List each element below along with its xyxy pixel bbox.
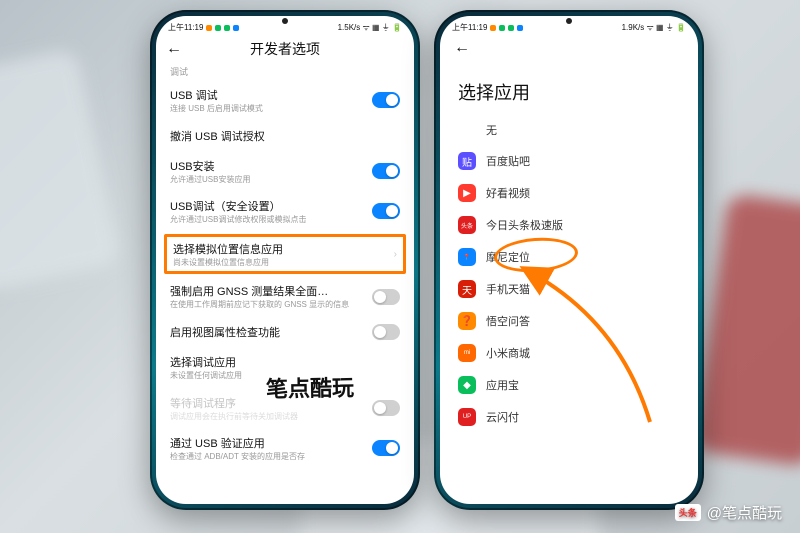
app-icon: UP	[458, 408, 476, 426]
toggle-gnss[interactable]	[372, 289, 400, 305]
row-gnss[interactable]: 强制启用 GNSS 测量结果全面… 在使用工作周期前应记下获取的 GNSS 显示…	[156, 276, 414, 317]
page-title: 开发者选项	[166, 39, 404, 59]
app-icon: ◆	[458, 376, 476, 394]
row-view-inspect[interactable]: 启用视图属性检查功能	[156, 317, 414, 347]
app-icon: ▶	[458, 184, 476, 202]
toggle-verify-usb[interactable]	[372, 440, 400, 456]
highlight-mock-location: 选择模拟位置信息应用 尚未设置模拟位置信息应用 ›	[164, 234, 406, 275]
screen-select-app: 上午11:19 1.9K/s ᯤ ▦ ⏚ 🔋 ← 选择应用 无 贴百度贴吧▶好看…	[440, 16, 698, 504]
app-name: 摩尼定位	[486, 249, 530, 265]
watermark-text: @笔点酷玩	[707, 502, 782, 523]
app-list: 贴百度贴吧▶好看视频头条今日头条极速版📍摩尼定位天手机天猫❓悟空问答mi小米商城…	[440, 145, 698, 433]
phone-left: 上午11:19 1.5K/s ᯤ ▦ ⏚ 🔋 ← 开发者选项 调试 USB 调试…	[150, 10, 420, 510]
phone-right: 上午11:19 1.9K/s ᯤ ▦ ⏚ 🔋 ← 选择应用 无 贴百度贴吧▶好看…	[434, 10, 704, 510]
app-name: 小米商城	[486, 345, 530, 361]
row-verify-usb[interactable]: 通过 USB 验证应用 检查通过 ADB/ADT 安装的应用是否存	[156, 428, 414, 469]
app-icon: 头条	[458, 216, 476, 234]
app-icon: 📍	[458, 248, 476, 266]
row-revoke-usb[interactable]: 撤消 USB 调试授权	[156, 121, 414, 151]
app-name: 百度贴吧	[486, 153, 530, 169]
toggle-usb-security[interactable]	[372, 203, 400, 219]
status-time: 上午11:19	[452, 22, 487, 33]
overlay-watermark-text: 笔点酷玩	[266, 370, 355, 404]
toggle-usb-install[interactable]	[372, 163, 400, 179]
footer-watermark: 头条 @笔点酷玩	[675, 502, 782, 523]
app-row[interactable]: 天手机天猫	[440, 273, 698, 305]
back-icon[interactable]: ←	[454, 39, 470, 56]
app-icon: 贴	[458, 152, 476, 170]
settings-list: USB 调试 连接 USB 后启用调试模式 撤消 USB 调试授权 USB安装 …	[156, 80, 414, 504]
watermark-badge: 头条	[675, 504, 701, 521]
page-title: 选择应用	[440, 61, 698, 115]
status-time: 上午11:19	[168, 22, 203, 33]
app-name: 云闪付	[486, 409, 519, 425]
app-row[interactable]: ▶ 好看视频	[440, 177, 698, 209]
row-usb-security[interactable]: USB调试（安全设置） 允许通过USB调试修改权限或模拟点击	[156, 191, 414, 232]
screen-dev-options: 上午11:19 1.5K/s ᯤ ▦ ⏚ 🔋 ← 开发者选项 调试 USB 调试…	[156, 16, 414, 504]
app-row[interactable]: 贴百度贴吧	[440, 145, 698, 177]
app-row-none[interactable]: 无	[440, 115, 698, 145]
chevron-right-icon: ›	[394, 249, 397, 260]
app-name: 今日头条极速版	[486, 217, 563, 233]
toggle-view-inspect[interactable]	[372, 324, 400, 340]
app-row[interactable]: 头条今日头条极速版	[440, 209, 698, 241]
row-usb-debug[interactable]: USB 调试 连接 USB 后启用调试模式	[156, 80, 414, 121]
app-name: 悟空问答	[486, 313, 530, 329]
app-row[interactable]: UP 云闪付	[440, 401, 698, 433]
toggle-usb-debug[interactable]	[372, 92, 400, 108]
app-name: 好看视频	[486, 185, 530, 201]
app-row[interactable]: ❓ 悟空问答	[440, 305, 698, 337]
toggle-wait-debugger	[372, 400, 400, 416]
section-label: 调试	[156, 65, 414, 80]
row-usb-install[interactable]: USB安装 允许通过USB安装应用	[156, 151, 414, 192]
app-name: 手机天猫	[486, 281, 530, 297]
app-row[interactable]: 📍 摩尼定位	[440, 241, 698, 273]
row-mock-location[interactable]: 选择模拟位置信息应用 尚未设置模拟位置信息应用 ›	[173, 241, 397, 268]
page-header: ← 开发者选项	[156, 35, 414, 65]
app-icon: ❓	[458, 312, 476, 330]
app-row[interactable]: mi 小米商城	[440, 337, 698, 369]
app-row[interactable]: ◆ 应用宝	[440, 369, 698, 401]
app-name: 应用宝	[486, 377, 519, 393]
app-icon: 天	[458, 280, 476, 298]
app-icon: mi	[458, 344, 476, 362]
